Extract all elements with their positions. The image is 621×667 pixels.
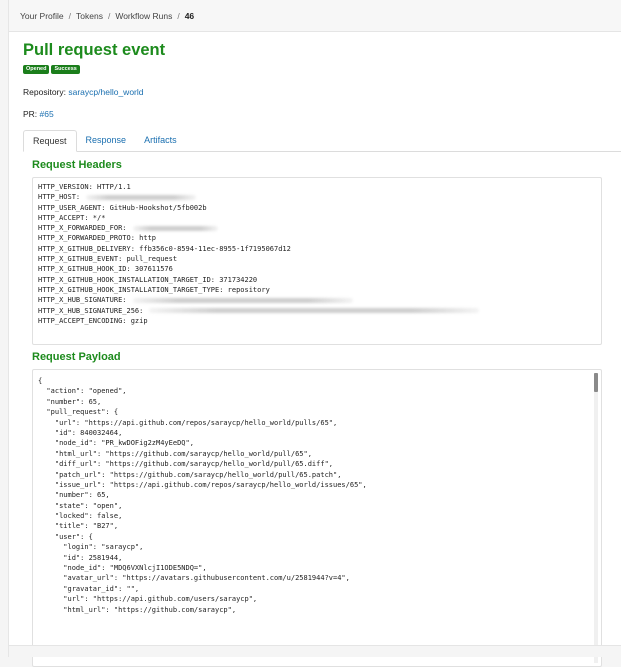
page-container: Your Profile / Tokens / Workflow Runs / … — [8, 0, 621, 667]
pull-request-line: PR: #65 — [23, 109, 54, 119]
payload-line: "url": "https://api.github.com/repos/sar… — [38, 418, 338, 427]
header-line-text: HTTP_VERSION: HTTP/1.1 — [38, 183, 131, 191]
header-line-text: HTTP_USER_AGENT: GitHub-Hookshot/5fb002b — [38, 203, 207, 212]
payload-line: { — [38, 377, 43, 385]
header-line-text: HTTP_X_GITHUB_EVENT: pull_request — [38, 255, 178, 264]
redacted-value — [132, 297, 353, 303]
payload-line: "title": "B27", — [38, 522, 119, 531]
status-badge-success: Success — [51, 65, 80, 74]
tab-response[interactable]: Response — [77, 130, 136, 152]
repository-label: Repository: — [23, 87, 66, 97]
payload-scrollbar[interactable] — [594, 373, 598, 663]
tab-artifacts[interactable]: Artifacts — [135, 130, 186, 152]
tab-bar: Request Response Artifacts — [23, 130, 621, 152]
request-headers-heading: Request Headers — [32, 159, 122, 171]
header-line-text: HTTP_X_HUB_SIGNATURE: — [38, 296, 127, 305]
breadcrumb-current-run: 46 — [184, 10, 195, 21]
breadcrumb: Your Profile / Tokens / Workflow Runs / … — [9, 0, 621, 32]
header-line-text: HTTP_X_GITHUB_HOOK_INSTALLATION_TARGET_T… — [38, 285, 270, 294]
header-line-text: HTTP_ACCEPT: */* — [38, 213, 106, 222]
request-headers-block: HTTP_VERSION: HTTP/1.1 HTTP_HOST: HTTP_USE… — [32, 177, 602, 345]
payload-line: "number": 65, — [38, 397, 102, 406]
breadcrumb-separator: / — [68, 10, 72, 21]
payload-line: "issue_url": "https://api.github.com/rep… — [38, 480, 367, 489]
header-line-text: HTTP_X_GITHUB_DELIVERY: ffb356c0-8594-11… — [38, 244, 291, 253]
breadcrumb-workflow-runs[interactable]: Workflow Runs — [115, 11, 172, 21]
main-content: Pull request event Opened Success Reposi… — [23, 40, 621, 667]
payload-line: "patch_url": "https://github.com/saraycp… — [38, 470, 342, 479]
payload-line: "node_id": "PR_kwDOFig2zM4yEeDQ", — [38, 439, 194, 448]
payload-line: "gravatar_id": "", — [38, 584, 140, 593]
payload-scrollbar-thumb[interactable] — [594, 373, 598, 392]
header-line-text: HTTP_X_HUB_SIGNATURE_256: — [38, 306, 144, 315]
header-line-text: HTTP_X_GITHUB_HOOK_INSTALLATION_TARGET_I… — [38, 275, 258, 284]
payload-line: "id": 840032464, — [38, 428, 123, 437]
payload-line: "avatar_url": "https://avatars.githubuse… — [38, 574, 350, 583]
header-line: HTTP_X_FORWARDED_PROTO: http — [38, 233, 596, 243]
header-line: HTTP_VERSION: HTTP/1.1 — [38, 182, 596, 192]
header-line: HTTP_X_HUB_SIGNATURE_256: — [38, 306, 596, 316]
header-line: HTTP_USER_AGENT: GitHub-Hookshot/5fb002b — [38, 203, 596, 213]
page-title: Pull request event — [23, 41, 166, 59]
redacted-value — [86, 194, 197, 200]
repository-line: Repository: saraycp/hello_world — [23, 87, 144, 97]
pr-label: PR: — [23, 109, 38, 119]
header-line: HTTP_HOST: — [38, 192, 596, 202]
payload-line: "login": "saraycp", — [38, 543, 144, 552]
header-line-text: HTTP_ACCEPT_ENCODING: gzip — [38, 316, 148, 325]
repository-link[interactable]: saraycp/hello_world — [68, 87, 143, 97]
header-line-text: HTTP_X_FORWARDED_FOR: — [38, 224, 127, 233]
payload-line: "state": "open", — [38, 501, 123, 510]
payload-line: "locked": false, — [38, 512, 123, 521]
payload-line: "id": 2581944, — [38, 553, 123, 562]
header-line: HTTP_ACCEPT: */* — [38, 213, 596, 223]
payload-line: "action": "opened", — [38, 387, 127, 396]
header-line: HTTP_X_HUB_SIGNATURE: — [38, 295, 596, 305]
header-line: HTTP_X_FORWARDED_FOR: — [38, 223, 596, 233]
payload-line: "number": 65, — [38, 491, 110, 500]
status-badge-opened: Opened — [23, 65, 50, 74]
status-badges: Opened Success — [23, 65, 621, 74]
header-line: HTTP_X_GITHUB_DELIVERY: ffb356c0-8594-11… — [38, 244, 596, 254]
header-line: HTTP_X_GITHUB_EVENT: pull_request — [38, 254, 596, 264]
payload-line: "user": { — [38, 532, 93, 541]
breadcrumb-separator: / — [177, 10, 180, 21]
header-line: HTTP_X_GITHUB_HOOK_ID: 307611576 — [38, 264, 596, 274]
breadcrumb-tokens[interactable]: Tokens — [76, 11, 103, 21]
request-payload-heading: Request Payload — [32, 351, 121, 363]
tab-request[interactable]: Request — [23, 130, 77, 152]
header-line-text: HTTP_X_GITHUB_HOOK_ID: 307611576 — [38, 265, 173, 274]
header-line: HTTP_X_GITHUB_HOOK_INSTALLATION_TARGET_I… — [38, 275, 596, 285]
footer-bar — [9, 645, 621, 657]
payload-line: "url": "https://api.github.com/users/sar… — [38, 595, 258, 604]
redacted-value — [132, 225, 218, 231]
header-line-text: HTTP_X_FORWARDED_PROTO: http — [38, 234, 157, 243]
redacted-value — [149, 308, 480, 314]
payload-line: "pull_request": { — [38, 408, 119, 417]
pr-link[interactable]: #65 — [40, 109, 54, 119]
payload-line: "html_url": "https://github.com/saraycp/… — [38, 449, 312, 458]
payload-line: "html_url": "https://github.com/saraycp"… — [38, 605, 237, 614]
payload-line: "node_id": "MDQ6VXNlcjI1ODE5NDQ=", — [38, 564, 207, 573]
breadcrumb-separator: / — [107, 10, 111, 21]
breadcrumb-your-profile[interactable]: Your Profile — [20, 11, 64, 21]
request-payload-block[interactable]: { "action": "opened", "number": 65, "pul… — [32, 369, 602, 667]
payload-line: "diff_url": "https://github.com/saraycp/… — [38, 460, 334, 469]
header-line-text: HTTP_HOST: — [38, 193, 81, 202]
header-line: HTTP_ACCEPT_ENCODING: gzip — [38, 316, 596, 326]
header-line: HTTP_X_GITHUB_HOOK_INSTALLATION_TARGET_T… — [38, 285, 596, 295]
